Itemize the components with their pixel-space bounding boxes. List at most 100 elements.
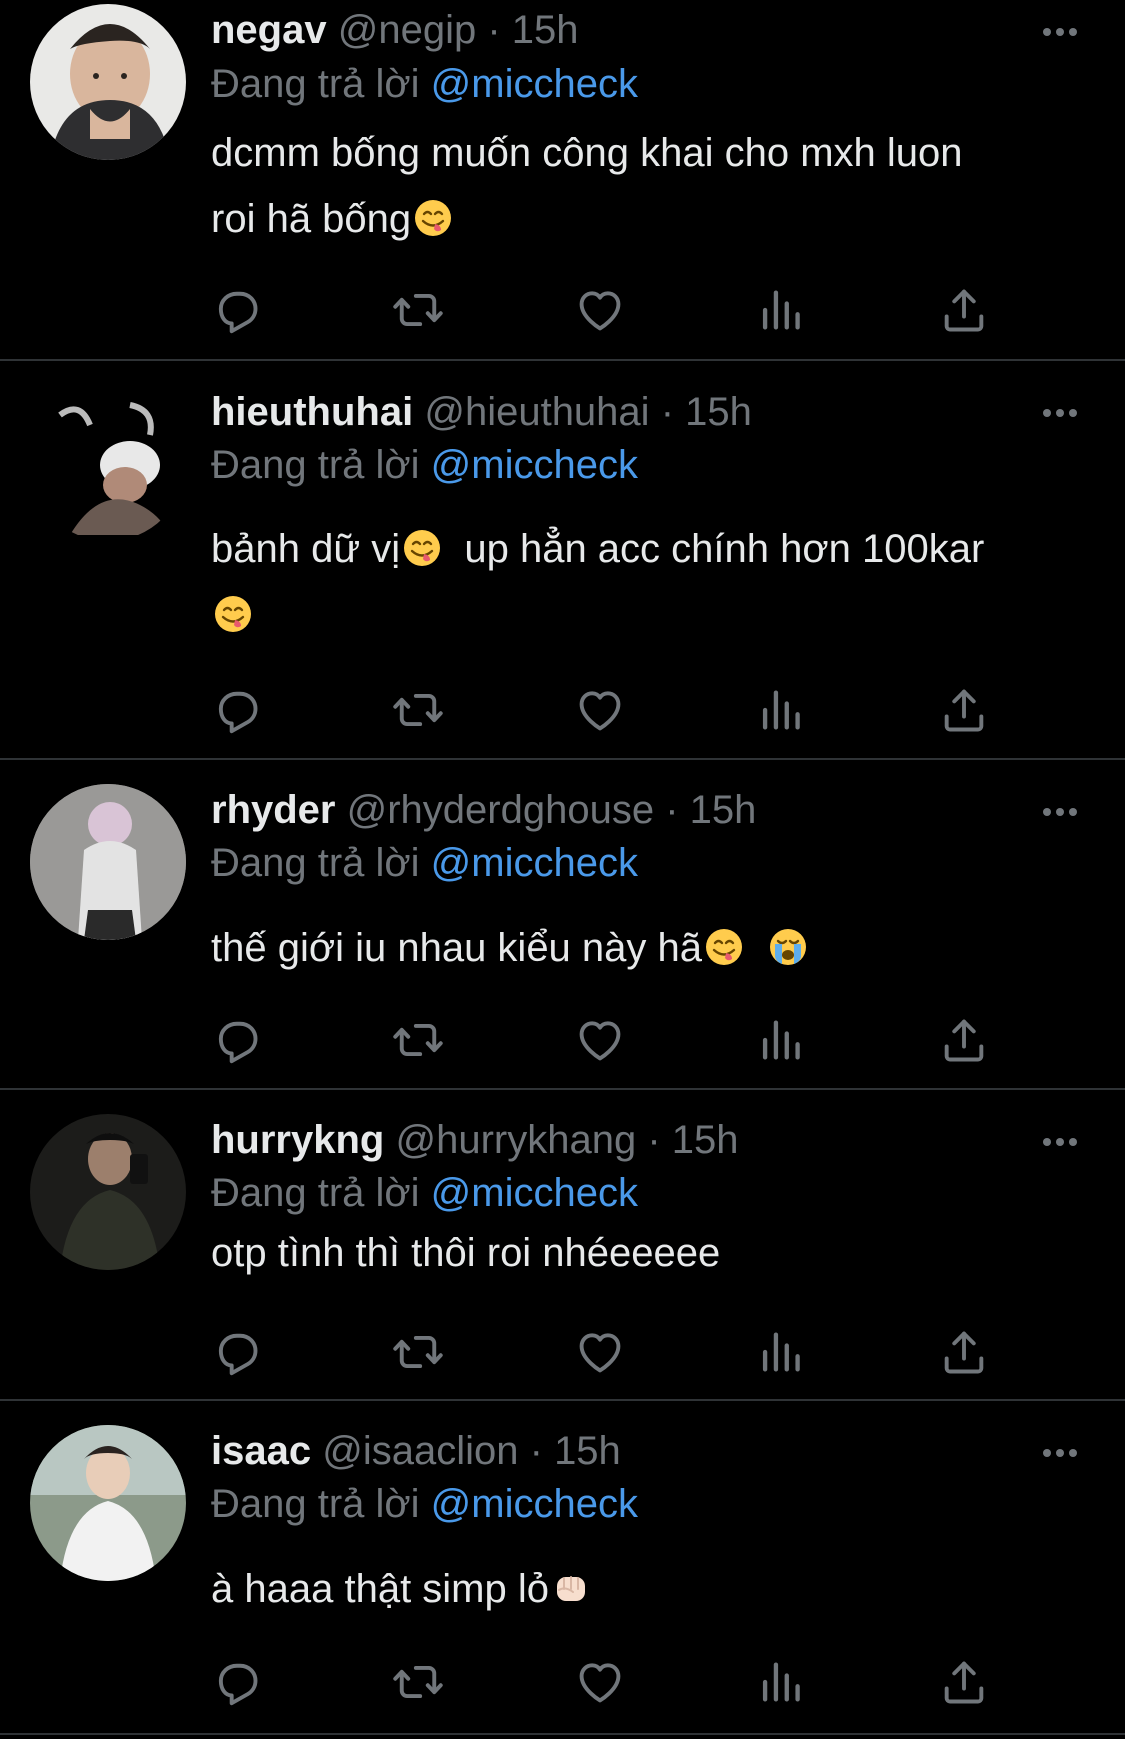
tweet-header: isaac @isaaclion · 15h [211, 1427, 621, 1475]
tweet-actions [210, 1656, 1010, 1708]
more-icon[interactable] [1040, 1443, 1080, 1463]
mention-link[interactable]: @miccheck [431, 841, 638, 885]
username[interactable]: @rhyderdghouse [347, 788, 654, 832]
views-icon[interactable] [756, 1656, 808, 1708]
reply-tweet[interactable]: hieuthuhai @hieuthuhai · 15h Đang trả lờ… [0, 361, 1125, 759]
avatar[interactable] [30, 784, 186, 940]
reply-icon[interactable] [210, 1014, 262, 1066]
views-icon[interactable] [756, 1014, 808, 1066]
replying-to: Đang trả lời @miccheck [211, 1169, 638, 1217]
avatar[interactable] [30, 4, 186, 160]
retweet-icon[interactable] [392, 684, 444, 736]
timestamp[interactable]: 15h [690, 788, 757, 832]
replying-prefix: Đang trả lời [211, 1482, 420, 1526]
more-icon[interactable] [1040, 1132, 1080, 1152]
face-savoring-food-icon [213, 594, 253, 634]
tweet-header: rhyder @rhyderdghouse · 15h [211, 786, 756, 834]
replying-prefix: Đang trả lời [211, 1171, 420, 1215]
tweet-text-line: à haaa thật simp lỏ [211, 1556, 1071, 1622]
face-savoring-food-icon [413, 198, 453, 238]
mention-link[interactable]: @miccheck [431, 1171, 638, 1215]
avatar[interactable] [30, 1425, 186, 1581]
share-icon[interactable] [938, 284, 990, 336]
tweet-text-fragment: up hẳn acc chính hơn 100kar [442, 527, 985, 571]
like-icon[interactable] [574, 684, 626, 736]
tweet-text-line: bảnh dữ vị up hẳn acc chính hơn 100kar [211, 516, 1071, 582]
like-icon[interactable] [574, 1014, 626, 1066]
retweet-icon[interactable] [392, 1014, 444, 1066]
like-icon[interactable] [574, 1656, 626, 1708]
display-name[interactable]: isaac [211, 1429, 311, 1473]
timestamp[interactable]: 15h [685, 390, 752, 434]
face-savoring-food-icon [402, 528, 442, 568]
like-icon[interactable] [574, 1326, 626, 1378]
reply-tweet[interactable]: rhyder @rhyderdghouse · 15h Đang trả lời… [0, 760, 1125, 1088]
tweet-text: à haaa thật simp lỏ [211, 1556, 1071, 1622]
share-icon[interactable] [938, 684, 990, 736]
display-name[interactable]: hieuthuhai [211, 390, 413, 434]
replying-prefix: Đang trả lời [211, 841, 420, 885]
tweet-text-fragment: bảnh dữ vị [211, 527, 401, 571]
tweet-text-line: roi hã bống [211, 186, 1071, 252]
share-icon[interactable] [938, 1656, 990, 1708]
retweet-icon[interactable] [392, 1656, 444, 1708]
display-name[interactable]: hurrykng [211, 1118, 384, 1162]
tweet-text-fragment: à haaa thật simp lỏ [211, 1567, 549, 1611]
reply-tweet[interactable]: hurrykng @hurrykhang · 15h Đang trả lời … [0, 1090, 1125, 1400]
face-savoring-food-icon [704, 927, 744, 967]
avatar[interactable] [30, 385, 186, 541]
views-icon[interactable] [756, 284, 808, 336]
tweet-actions [210, 284, 1010, 336]
replying-prefix: Đang trả lời [211, 443, 420, 487]
username[interactable]: @hurrykhang [395, 1118, 636, 1162]
retweet-icon[interactable] [392, 1326, 444, 1378]
avatar[interactable] [30, 1114, 186, 1270]
like-icon[interactable] [574, 284, 626, 336]
tweet-text: thế giới iu nhau kiểu này hã [211, 915, 1071, 981]
oncoming-fist-icon [551, 1568, 591, 1608]
reply-tweet[interactable]: negav @negip · 15h Đang trả lời @micchec… [0, 0, 1125, 360]
separator: · [487, 8, 501, 52]
tweet-header: negav @negip · 15h [211, 6, 579, 54]
loudly-crying-face-icon [768, 927, 808, 967]
views-icon[interactable] [756, 684, 808, 736]
mention-link[interactable]: @miccheck [431, 1482, 638, 1526]
tweet-text: otp tình thì thôi roi nhéeeeee [211, 1220, 1071, 1286]
mention-link[interactable]: @miccheck [431, 443, 638, 487]
tweet-text-fragment: roi hã bống [211, 197, 412, 241]
separator: · [647, 1118, 661, 1162]
views-icon[interactable] [756, 1326, 808, 1378]
tweet-text: bảnh dữ vị up hẳn acc chính hơn 100kar [211, 516, 1071, 648]
share-icon[interactable] [938, 1014, 990, 1066]
username[interactable]: @negip [338, 8, 476, 52]
more-icon[interactable] [1040, 802, 1080, 822]
tweet-text-line: otp tình thì thôi roi nhéeeeee [211, 1231, 721, 1275]
username[interactable]: @isaaclion [322, 1429, 518, 1473]
tweet-text-fragment: thế giới iu nhau kiểu này hã [211, 926, 703, 970]
share-icon[interactable] [938, 1326, 990, 1378]
tweet-text: dcmm bống muốn công khai cho mxh luon ro… [211, 120, 1071, 252]
separator: · [660, 390, 675, 434]
display-name[interactable]: rhyder [211, 788, 336, 832]
reply-icon[interactable] [210, 1326, 262, 1378]
timestamp[interactable]: 15h [554, 1429, 621, 1473]
tweet-header: hurrykng @hurrykhang · 15h [211, 1116, 739, 1164]
replying-to: Đang trả lời @miccheck [211, 60, 638, 108]
reply-icon[interactable] [210, 284, 262, 336]
username[interactable]: @hieuthuhai [424, 390, 649, 434]
tweet-text-line: thế giới iu nhau kiểu này hã [211, 915, 1071, 981]
mention-link[interactable]: @miccheck [431, 62, 638, 106]
timestamp[interactable]: 15h [672, 1118, 739, 1162]
reply-icon[interactable] [210, 1656, 262, 1708]
separator: · [665, 788, 679, 832]
tweet-text-line: dcmm bống muốn công khai cho mxh luon [211, 131, 963, 175]
reply-icon[interactable] [210, 684, 262, 736]
more-icon[interactable] [1040, 403, 1080, 423]
reply-tweet[interactable]: isaac @isaaclion · 15h Đang trả lời @mic… [0, 1401, 1125, 1731]
retweet-icon[interactable] [392, 284, 444, 336]
separator: · [529, 1429, 543, 1473]
timestamp[interactable]: 15h [512, 8, 579, 52]
display-name[interactable]: negav [211, 8, 327, 52]
more-icon[interactable] [1040, 22, 1080, 42]
divider [0, 1733, 1125, 1735]
